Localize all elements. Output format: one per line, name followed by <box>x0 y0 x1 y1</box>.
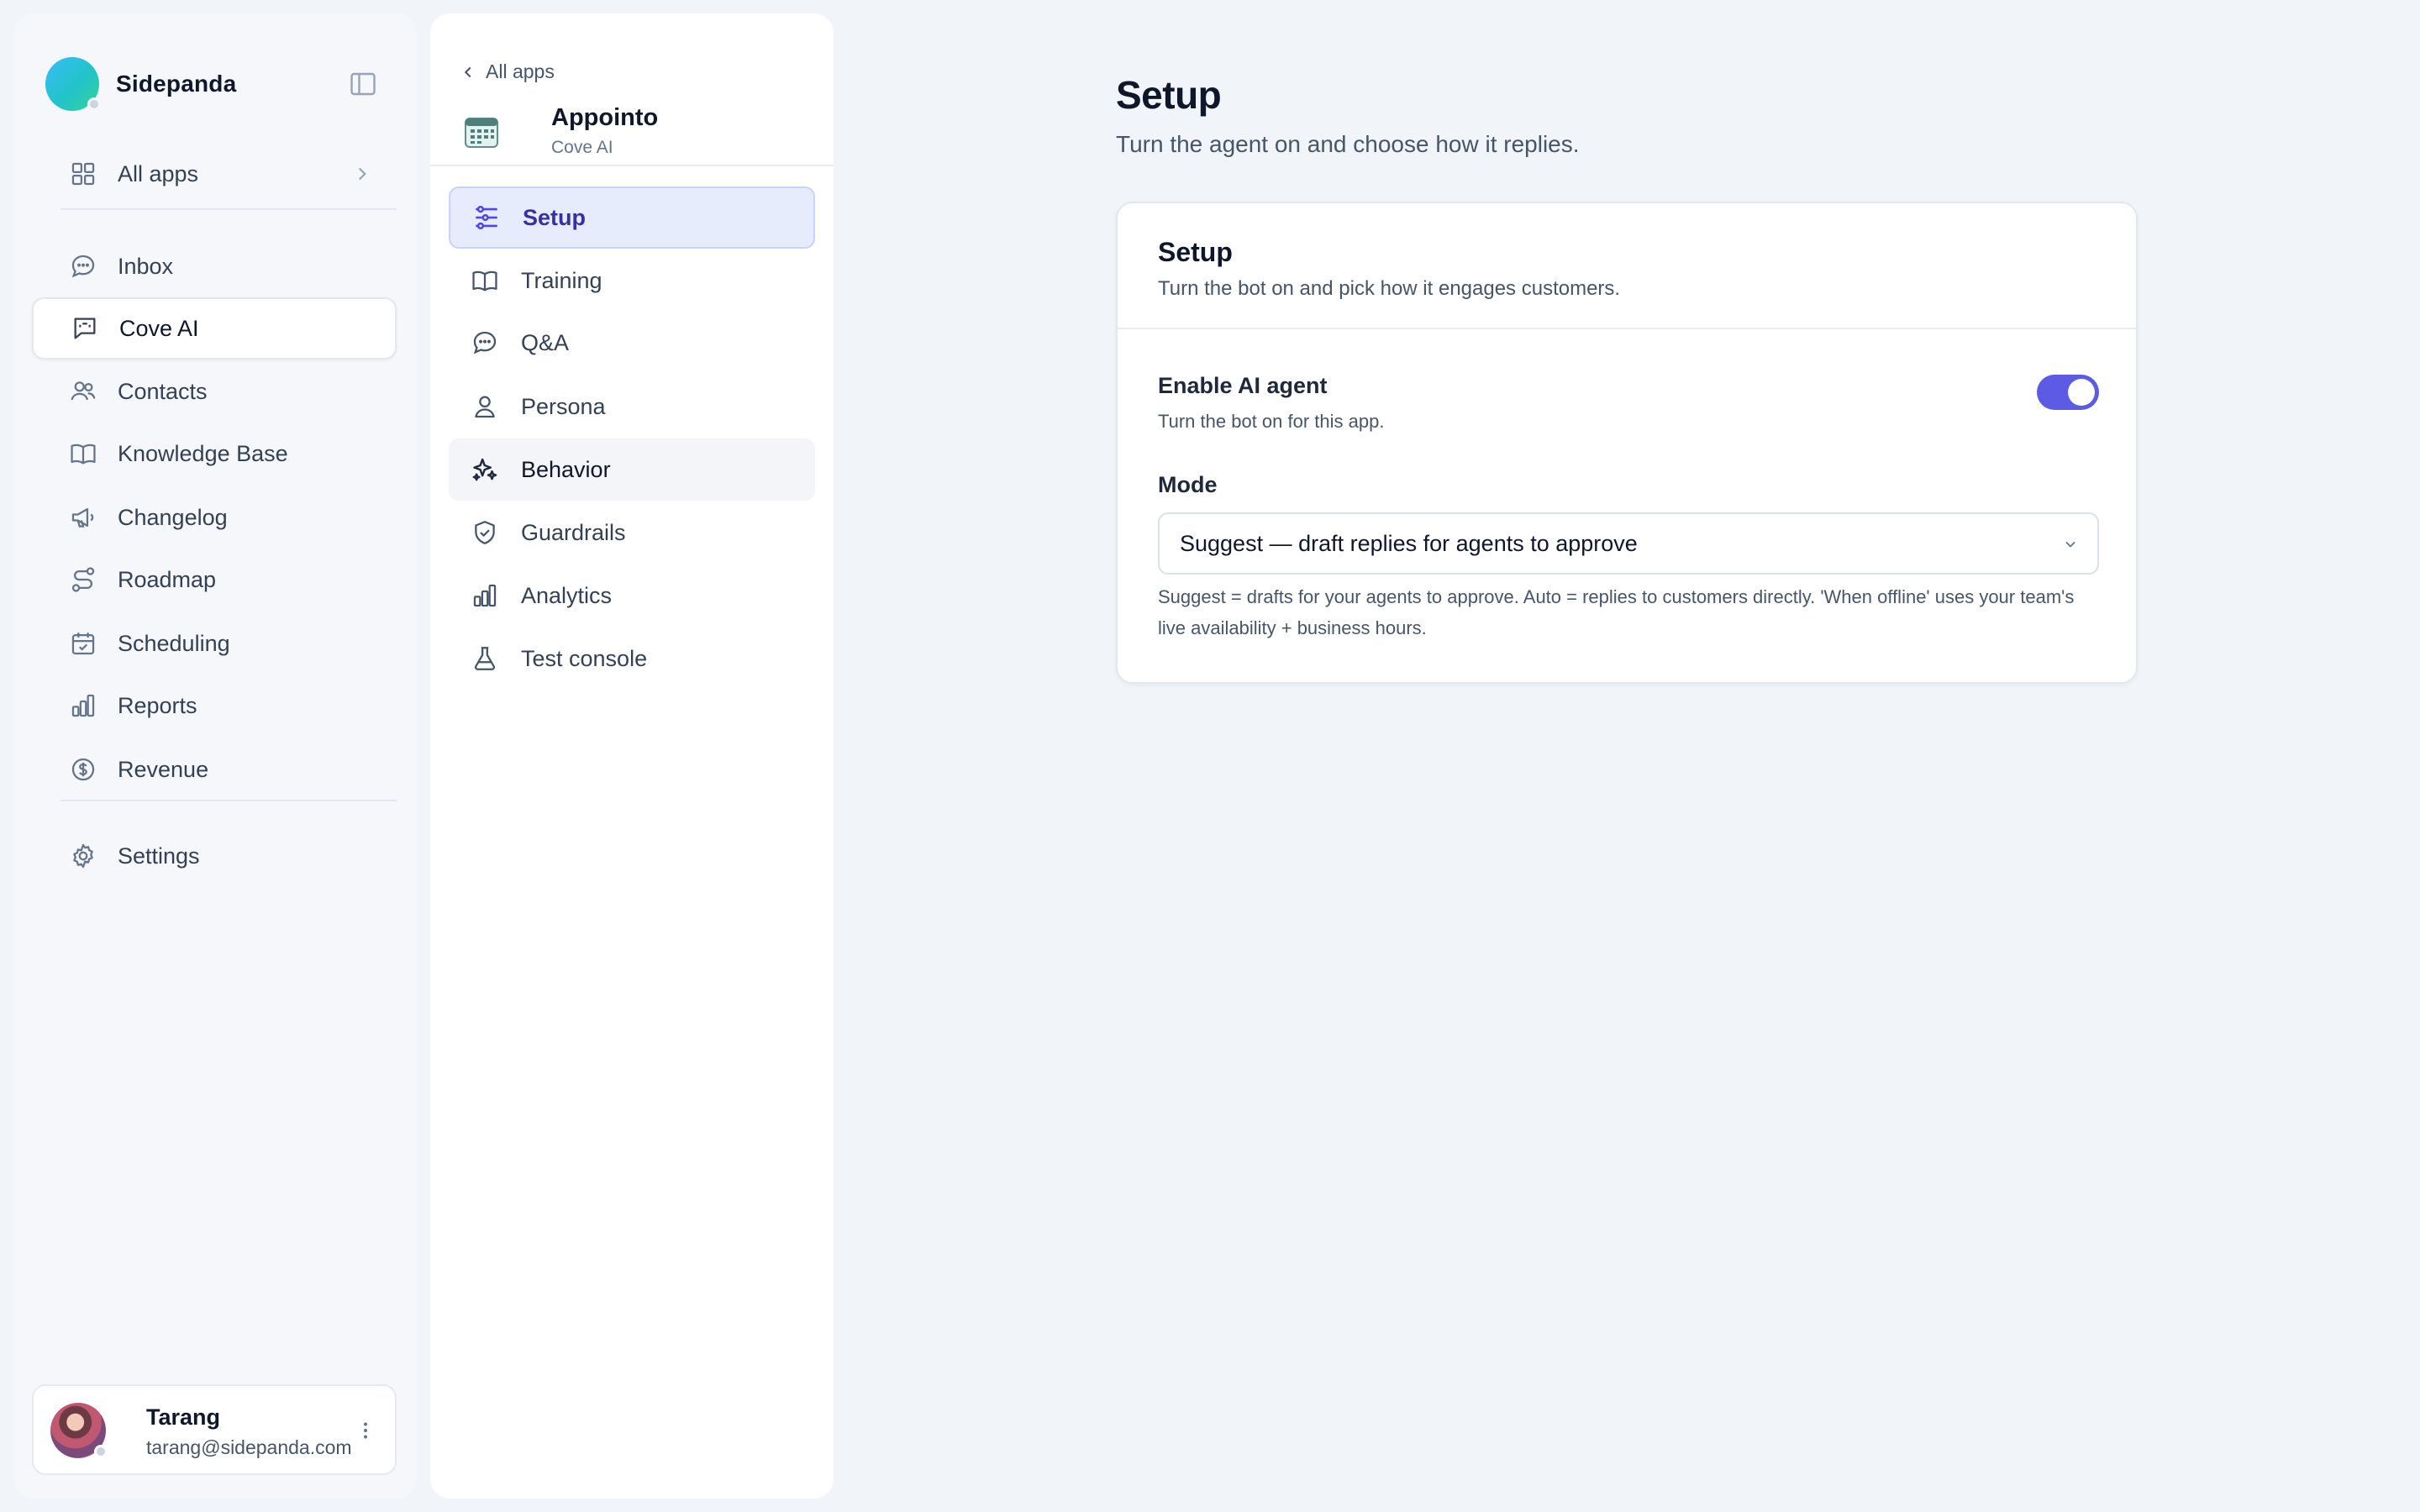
user-icon <box>471 392 499 421</box>
sidebar-toggle-icon[interactable] <box>348 69 378 99</box>
avatar <box>50 1403 108 1458</box>
chevron-right-icon <box>351 163 373 185</box>
sliders-icon <box>472 203 501 232</box>
enable-ai-agent-toggle[interactable] <box>2037 375 2099 410</box>
tab-label: Guardrails <box>521 519 626 545</box>
card-divider <box>1118 328 2136 329</box>
card-title: Setup <box>1158 237 1233 267</box>
sidebar-item-label: Reports <box>118 692 197 718</box>
chat-bubble-icon <box>471 328 499 357</box>
brand-logo <box>45 57 101 111</box>
book-icon <box>471 266 499 295</box>
user-card[interactable]: Tarang tarang@sidepanda.com <box>32 1384 397 1475</box>
more-vertical-icon[interactable] <box>353 1418 378 1443</box>
sidebar-item-label: Revenue <box>118 756 209 782</box>
tab-setup[interactable]: Setup <box>449 186 815 249</box>
sidebar-item-label: Contacts <box>118 378 208 404</box>
sidebar-item-reports[interactable]: Reports <box>32 675 397 737</box>
megaphone-icon <box>69 503 97 532</box>
sidebar-item-label: Changelog <box>118 504 228 530</box>
sidebar-divider <box>60 800 397 801</box>
tab-label: Behavior <box>521 456 611 482</box>
app-settings-panel: All apps Appointo Cove AI Setup Training… <box>430 13 834 1499</box>
panel-divider <box>430 165 834 166</box>
sidebar-item-label: Settings <box>118 843 200 869</box>
mode-select[interactable]: Suggest — draft replies for agents to ap… <box>1158 512 2099 575</box>
toggle-knob <box>2068 379 2095 406</box>
tab-label: Persona <box>521 393 606 419</box>
sidebar-item-revenue[interactable]: Revenue <box>32 738 397 801</box>
grid-icon <box>69 160 97 188</box>
sidebar-item-label: Inbox <box>118 253 174 279</box>
brand[interactable]: Sidepanda <box>45 57 236 111</box>
page-subtitle: Turn the agent on and choose how it repl… <box>1116 131 1580 157</box>
presence-dot <box>94 1445 108 1458</box>
sidebar-item-label: Scheduling <box>118 630 230 656</box>
back-to-all-apps-link[interactable]: All apps <box>459 60 555 83</box>
tab-guardrails[interactable]: Guardrails <box>449 501 815 564</box>
sidebar-item-label: Cove AI <box>119 315 199 341</box>
sidebar-item-contacts[interactable]: Contacts <box>32 360 397 423</box>
mode-help-text: Suggest = drafts for your agents to appr… <box>1158 586 2075 638</box>
dollar-circle-icon <box>69 755 97 784</box>
tab-label: Training <box>521 267 602 293</box>
card-subtitle: Turn the bot on and pick how it engages … <box>1158 277 1621 300</box>
sidebar-item-cove-ai[interactable]: Cove AI <box>32 297 397 360</box>
tab-behavior[interactable]: Behavior <box>449 438 815 501</box>
app-subtitle: Cove AI <box>551 138 613 157</box>
sidebar-divider <box>60 208 397 210</box>
calendar-check-icon <box>69 629 97 658</box>
bar-chart-icon <box>69 691 97 720</box>
tab-label: Setup <box>523 204 587 230</box>
book-icon <box>69 439 97 468</box>
mode-select-value: Suggest — draft replies for agents to ap… <box>1180 530 1638 556</box>
chevron-down-icon <box>2062 536 2079 553</box>
bar-chart-icon <box>471 581 499 610</box>
route-icon <box>69 565 97 594</box>
back-link-label: All apps <box>486 60 555 82</box>
sidebar-item-label: All apps <box>118 160 199 186</box>
status-dot <box>87 97 101 111</box>
app-header: Appointo Cove AI <box>464 97 817 165</box>
tab-training[interactable]: Training <box>449 249 815 312</box>
tab-label: Test console <box>521 645 648 671</box>
sidebar-item-all-apps[interactable]: All apps <box>32 143 397 205</box>
sparkles-icon <box>471 455 499 484</box>
chat-bubble-icon <box>69 252 97 281</box>
enable-ai-agent-label: Enable AI agent <box>1158 373 1328 398</box>
sidebar-item-knowledge-base[interactable]: Knowledge Base <box>32 423 397 485</box>
sidebar-item-inbox[interactable]: Inbox <box>32 235 397 297</box>
sidebar-item-scheduling[interactable]: Scheduling <box>32 612 397 675</box>
sidebar-item-label: Knowledge Base <box>118 440 288 466</box>
page-title: Setup <box>1116 73 1222 117</box>
tab-qa[interactable]: Q&A <box>449 312 815 374</box>
tab-label: Q&A <box>521 329 570 355</box>
users-icon <box>69 377 97 406</box>
user-name: Tarang <box>146 1404 221 1430</box>
mode-label: Mode <box>1158 472 1218 497</box>
sidebar-item-settings[interactable]: Settings <box>32 825 397 887</box>
gear-icon <box>69 842 97 870</box>
chevron-left-icon <box>464 66 471 77</box>
calendar-app-icon <box>464 114 499 150</box>
shield-check-icon <box>471 518 499 547</box>
bot-message-icon <box>71 314 99 343</box>
sidebar-item-changelog[interactable]: Changelog <box>32 486 397 549</box>
tab-test-console[interactable]: Test console <box>449 627 815 690</box>
app-name: Appointo <box>551 104 659 131</box>
sidebar-item-roadmap[interactable]: Roadmap <box>32 549 397 611</box>
flask-icon <box>471 644 499 673</box>
setup-card: Setup Turn the bot on and pick how it en… <box>1116 202 2138 684</box>
user-email: tarang@sidepanda.com <box>146 1436 352 1458</box>
tab-persona[interactable]: Persona <box>449 375 815 438</box>
enable-ai-agent-help: Turn the bot on for this app. <box>1158 411 1385 432</box>
tab-analytics[interactable]: Analytics <box>449 564 815 627</box>
sidebar-item-label: Roadmap <box>118 566 217 592</box>
primary-sidebar: Sidepanda All apps Inbox Cove AI Contact… <box>13 13 417 1499</box>
brand-name: Sidepanda <box>116 71 237 97</box>
tab-label: Analytics <box>521 582 613 608</box>
